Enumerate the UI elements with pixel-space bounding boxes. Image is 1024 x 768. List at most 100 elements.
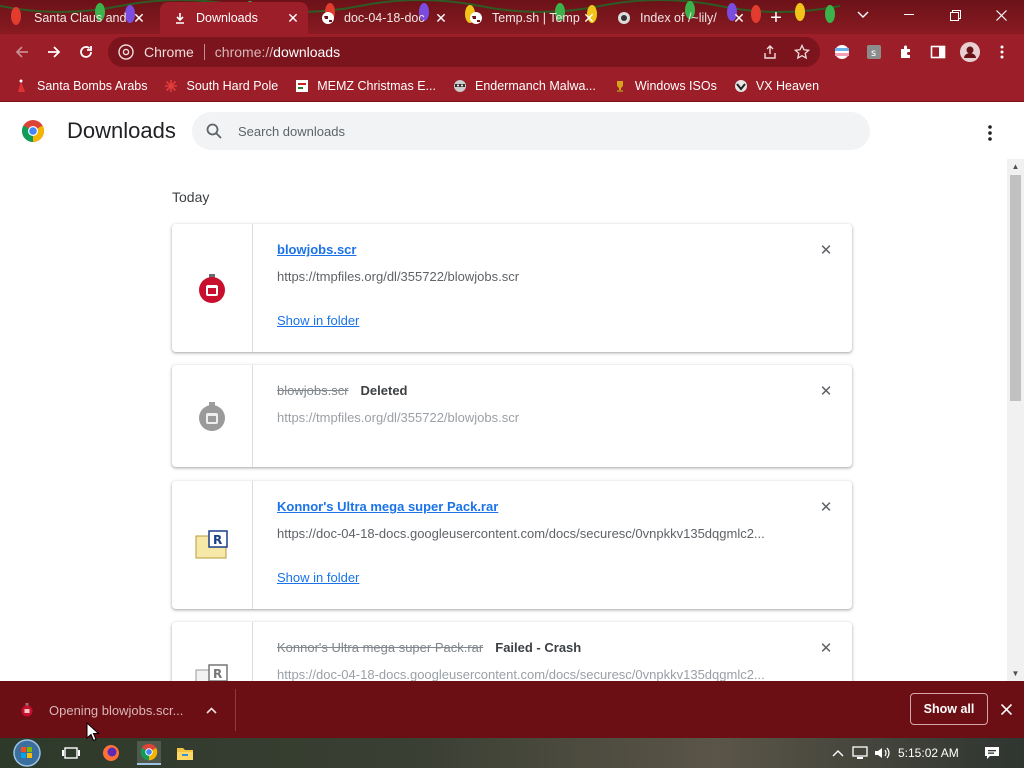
bookmarks-bar: Santa Bombs Arabs South Hard Pole MEMZ C… xyxy=(0,70,1024,102)
close-shelf-icon[interactable] xyxy=(996,699,1016,719)
new-tab-plus-icon[interactable]: + xyxy=(764,6,788,30)
bookmark-label: VX Heaven xyxy=(755,78,820,93)
reload-icon[interactable] xyxy=(72,38,100,66)
downloads-header: Downloads xyxy=(0,103,1024,159)
s-extension-icon[interactable]: s xyxy=(862,40,886,64)
downloads-page: Downloads Today blowjobs.scr https://tmp… xyxy=(0,103,1024,681)
remove-download-icon[interactable]: ✕ xyxy=(816,638,836,658)
start-orb-icon[interactable] xyxy=(10,738,44,768)
minimize-icon[interactable] xyxy=(886,0,932,30)
scrollbar-thumb[interactable] xyxy=(1010,175,1021,401)
chrome-taskbar-icon[interactable] xyxy=(137,741,161,765)
rar-icon: R xyxy=(195,530,228,559)
browser-toolbar: Chrome chrome://downloads s xyxy=(0,34,1024,70)
bookmark-label: Endermanch Malwa... xyxy=(474,78,596,93)
snowflake-icon xyxy=(163,78,179,94)
tab-index-of-lily[interactable]: Index of /~lily/ ✕ xyxy=(604,2,754,34)
share-icon[interactable] xyxy=(758,40,782,64)
bookmark-vx-heaven[interactable]: VX Heaven xyxy=(733,78,819,94)
file-name-deleted: blowjobs.scr xyxy=(277,383,349,398)
profile-avatar-icon[interactable] xyxy=(958,40,982,64)
tab-temp-sh[interactable]: Temp.sh | Temp ✕ xyxy=(456,2,604,34)
tab-search-chevron-icon[interactable] xyxy=(840,0,886,30)
remove-download-icon[interactable]: ✕ xyxy=(816,381,836,401)
close-window-icon[interactable] xyxy=(978,0,1024,30)
url-path: downloads xyxy=(273,44,341,60)
page-scrollbar[interactable]: ▲ ▼ xyxy=(1007,159,1024,681)
search-input[interactable] xyxy=(238,123,838,139)
bookmark-label: South Hard Pole xyxy=(186,78,279,93)
taskbar-clock[interactable]: 5:15:02 AM xyxy=(898,746,959,760)
address-bar[interactable]: Chrome chrome://downloads xyxy=(108,37,820,67)
bookmark-label: Santa Bombs Arabs xyxy=(37,78,148,93)
rar-grey-icon: R xyxy=(195,664,228,681)
restore-icon[interactable] xyxy=(932,0,978,30)
tab-strip: Santa Claus and ✕ Downloads ✕ doc-04-18-… xyxy=(0,0,1024,34)
bookmark-star-icon[interactable] xyxy=(790,40,814,64)
download-item: R Konnor's Ultra mega super Pack.rar htt… xyxy=(172,481,852,609)
shelf-download-item[interactable]: Opening blowjobs.scr... xyxy=(0,689,236,731)
file-name-link[interactable]: Konnor's Ultra mega super Pack.rar xyxy=(277,499,498,514)
ornament-icon xyxy=(199,274,225,303)
download-item: blowjobs.scr https://tmpfiles.org/dl/355… xyxy=(172,224,852,352)
flag-extension-icon[interactable] xyxy=(830,40,854,64)
globe-favicon-icon xyxy=(468,10,484,26)
bookmark-south-hard-pole[interactable]: South Hard Pole xyxy=(163,78,278,94)
side-panel-icon[interactable] xyxy=(926,40,950,64)
bookmark-endermanch-malware[interactable]: Endermanch Malwa... xyxy=(452,78,596,94)
show-all-button[interactable]: Show all xyxy=(910,693,988,725)
download-url: https://doc-04-18-docs.googleusercontent… xyxy=(277,526,765,541)
site-label: Chrome xyxy=(144,44,194,60)
close-tab-icon[interactable]: ✕ xyxy=(284,9,302,27)
tab-title: Index of /~lily/ xyxy=(640,11,717,25)
show-in-folder-link[interactable]: Show in folder xyxy=(277,313,359,328)
scroll-down-arrow-icon[interactable]: ▼ xyxy=(1011,669,1020,678)
remove-download-icon[interactable]: ✕ xyxy=(816,497,836,517)
close-tab-icon[interactable]: ✕ xyxy=(130,9,148,27)
chevron-up-icon[interactable] xyxy=(199,703,223,717)
close-tab-icon[interactable]: ✕ xyxy=(730,9,748,27)
bookmark-windows-isos[interactable]: Windows ISOs xyxy=(612,78,717,94)
tab-title: Downloads xyxy=(196,11,258,25)
date-section-label: Today xyxy=(172,189,210,205)
network-icon[interactable] xyxy=(848,741,872,765)
chrome-menu-icon[interactable] xyxy=(990,40,1014,64)
show-hidden-icons-chevron-icon[interactable] xyxy=(826,741,850,765)
close-tab-icon[interactable]: ✕ xyxy=(580,9,598,27)
tab-santa-claus[interactable]: Santa Claus and ✕ xyxy=(22,2,154,34)
volume-icon[interactable] xyxy=(871,741,895,765)
tab-downloads[interactable]: Downloads ✕ xyxy=(160,2,308,34)
extensions-puzzle-icon[interactable] xyxy=(894,40,918,64)
bookmark-label: MEMZ Christmas E... xyxy=(317,78,436,93)
url-prefix: chrome:// xyxy=(214,44,274,60)
show-in-folder-link[interactable]: Show in folder xyxy=(277,570,359,585)
download-file-icon-column xyxy=(172,224,253,352)
back-arrow-icon[interactable] xyxy=(8,38,36,66)
tab-doc-04-18[interactable]: doc-04-18-doc ✕ xyxy=(308,2,456,34)
ornament-icon xyxy=(19,703,35,717)
file-name-link[interactable]: blowjobs.scr xyxy=(277,242,356,257)
task-view-icon[interactable] xyxy=(59,741,83,765)
more-actions-icon[interactable] xyxy=(976,119,1004,147)
download-item: R Konnor's Ultra mega super Pack.rar Fail… xyxy=(172,622,852,681)
ornament-grey-icon xyxy=(199,402,225,431)
svg-text:R: R xyxy=(213,667,222,681)
vx-favicon-icon xyxy=(616,10,632,26)
firefox-icon[interactable] xyxy=(99,741,123,765)
santa-icon xyxy=(14,78,30,94)
site-info-chrome-icon[interactable] xyxy=(108,44,134,60)
download-url: https://tmpfiles.org/dl/355722/blowjobs.… xyxy=(277,410,520,425)
scroll-up-arrow-icon[interactable]: ▲ xyxy=(1011,162,1020,171)
search-downloads-box[interactable] xyxy=(192,112,870,150)
action-center-icon[interactable] xyxy=(980,741,1004,765)
omnibox-separator xyxy=(203,44,205,60)
download-item: blowjobs.scr Deleted https://tmpfiles.org… xyxy=(172,365,852,467)
forward-arrow-icon[interactable] xyxy=(40,38,68,66)
remove-download-icon[interactable]: ✕ xyxy=(816,240,836,260)
bookmark-memz-christmas[interactable]: MEMZ Christmas E... xyxy=(294,78,436,94)
close-tab-icon[interactable]: ✕ xyxy=(432,9,450,27)
mouse-cursor-icon xyxy=(86,722,100,742)
file-explorer-icon[interactable] xyxy=(173,741,197,765)
svg-text:s: s xyxy=(871,48,876,59)
bookmark-santa-bombs-arabs[interactable]: Santa Bombs Arabs xyxy=(14,78,147,94)
